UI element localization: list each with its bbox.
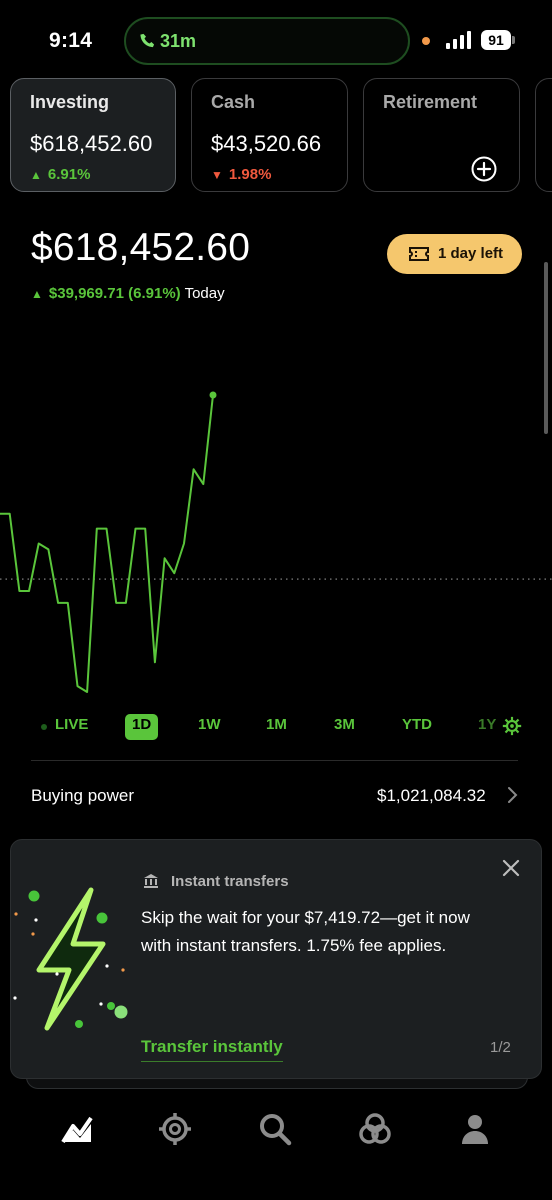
search-icon[interactable] [258, 1112, 292, 1146]
battery-icon: 91 [481, 30, 515, 50]
range-live[interactable]: LIVE [55, 716, 88, 738]
range-1m[interactable]: 1M [266, 716, 287, 738]
portfolio-value: $618,452.60 [31, 226, 251, 269]
account-card-retirement[interactable]: Retirement [363, 78, 520, 192]
today-change: ▲ $39,969.71 (6.91%) Today [31, 285, 225, 302]
card-body: Skip the wait for your $7,419.72—get it … [141, 908, 470, 955]
account-title: Investing [30, 92, 110, 112]
down-triangle-icon: ▼ [211, 168, 223, 182]
ticket-icon [409, 247, 429, 261]
account-amount: $43,520.66 [211, 131, 322, 156]
bank-icon [144, 874, 158, 888]
close-icon[interactable] [502, 859, 520, 877]
range-1y[interactable]: 1Y [478, 716, 496, 738]
chevron-right-icon[interactable] [506, 786, 518, 804]
investing-icon[interactable] [60, 1112, 94, 1146]
chart-current-point [209, 391, 217, 399]
signal-icon [446, 31, 471, 49]
divider [31, 760, 518, 761]
call-pill[interactable]: 31m [124, 17, 410, 65]
status-time: 9:14 [49, 29, 93, 52]
account-icon[interactable] [458, 1112, 492, 1146]
buying-power-value[interactable]: $1,021,084.32 [377, 786, 486, 806]
lightning-bolt-icon [13, 887, 128, 1031]
account-change: ▼ 1.98% [211, 166, 272, 183]
card-pager: 1/2 [490, 1039, 511, 1056]
promo-pill-label: 1 day left [438, 245, 504, 262]
account-card-investing[interactable]: Investing $618,452.60 ▲ 6.91% [10, 78, 176, 192]
phone-icon [140, 33, 155, 48]
account-amount: $618,452.60 [30, 131, 153, 156]
gear-icon[interactable] [502, 716, 522, 736]
portfolio-chart[interactable] [0, 380, 552, 700]
range-1d[interactable]: 1D [125, 714, 159, 740]
range-3m[interactable]: 3M [334, 716, 355, 738]
call-duration: 31m [160, 31, 197, 51]
range-1w[interactable]: 1W [198, 716, 221, 738]
up-triangle-icon: ▲ [30, 168, 42, 182]
battery-level: 91 [481, 30, 511, 50]
network-icon[interactable] [358, 1112, 392, 1146]
account-title: Cash [211, 92, 256, 112]
buying-power-label[interactable]: Buying power [31, 786, 134, 806]
account-change: ▲ 6.91% [30, 166, 91, 183]
account-title: Retirement [383, 92, 478, 112]
live-indicator-dot [41, 724, 47, 730]
promo-pill[interactable]: 1 day left [387, 234, 522, 274]
card-title: Instant transfers [171, 873, 289, 890]
chart-series-line [0, 394, 214, 693]
up-triangle-icon: ▲ [31, 287, 43, 301]
transfer-instantly-button[interactable]: Transfer instantly [141, 1037, 283, 1062]
crypto-icon[interactable] [158, 1112, 192, 1146]
instant-transfer-card[interactable]: Instant transfers Skip the wait for your… [10, 839, 542, 1079]
account-card-next[interactable] [535, 78, 552, 192]
range-ytd[interactable]: YTD [402, 716, 432, 738]
privacy-indicator [422, 37, 430, 45]
add-circle-icon[interactable] [471, 156, 497, 182]
account-card-cash[interactable]: Cash $43,520.66 ▼ 1.98% [191, 78, 348, 192]
